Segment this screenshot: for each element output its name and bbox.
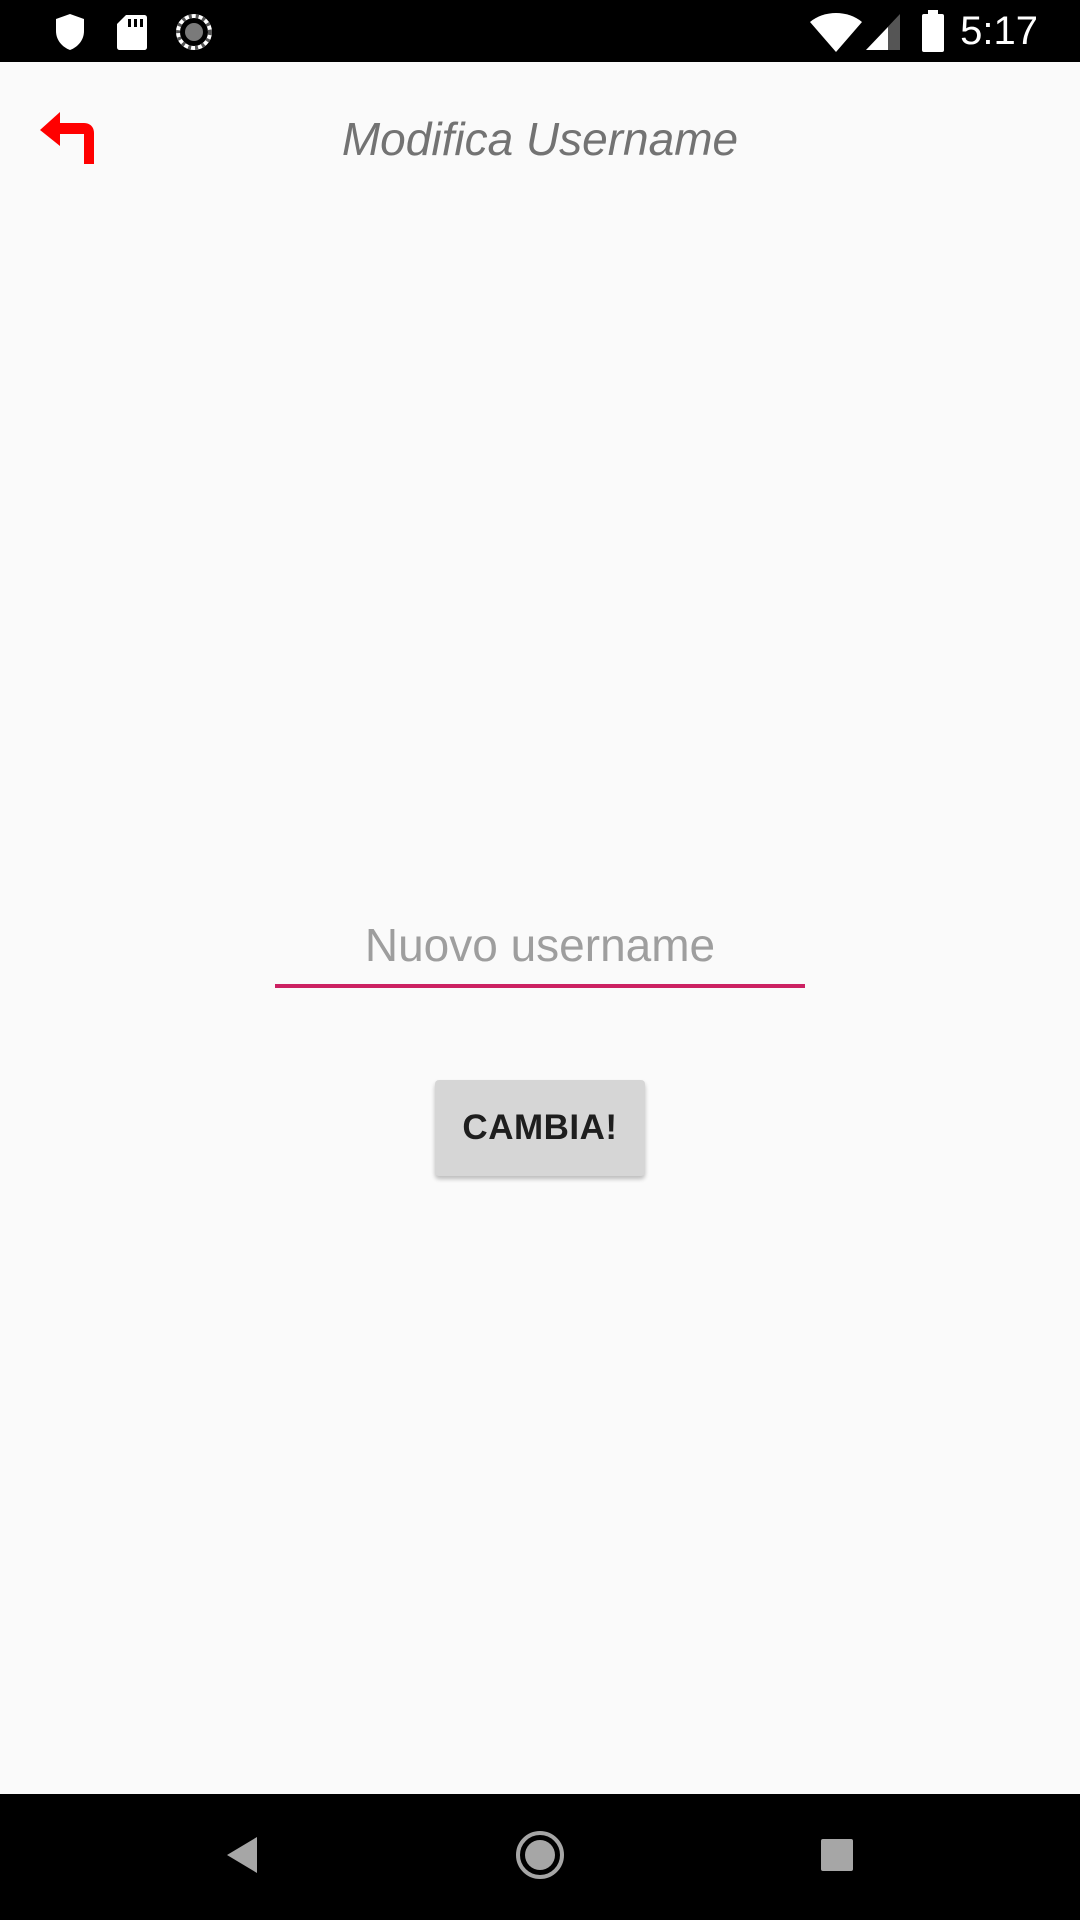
nav-home-button[interactable]: [505, 1822, 575, 1892]
status-time: 5:17: [960, 9, 1038, 53]
status-bar: 5:17: [0, 0, 1080, 62]
page-title: Modifica Username: [341, 113, 739, 165]
screen: 5:17 Modifica Username CAMBIA!: [0, 0, 1080, 1920]
nav-back-button[interactable]: [206, 1822, 276, 1892]
battery-icon: [920, 10, 946, 54]
sd-card-icon: [110, 10, 154, 54]
header: Modifica Username: [0, 62, 1080, 212]
username-input[interactable]: [275, 912, 805, 988]
sync-icon: [172, 10, 216, 54]
recents-icon: [819, 1837, 855, 1878]
nav-bar: [0, 1794, 1080, 1920]
signal-icon: [864, 10, 904, 54]
wifi-icon: [808, 10, 864, 54]
change-button[interactable]: CAMBIA!: [435, 1080, 645, 1176]
back-icon: [221, 1833, 261, 1882]
nav-recents-button[interactable]: [802, 1822, 872, 1892]
home-icon: [514, 1829, 566, 1886]
shield-icon: [48, 10, 92, 54]
